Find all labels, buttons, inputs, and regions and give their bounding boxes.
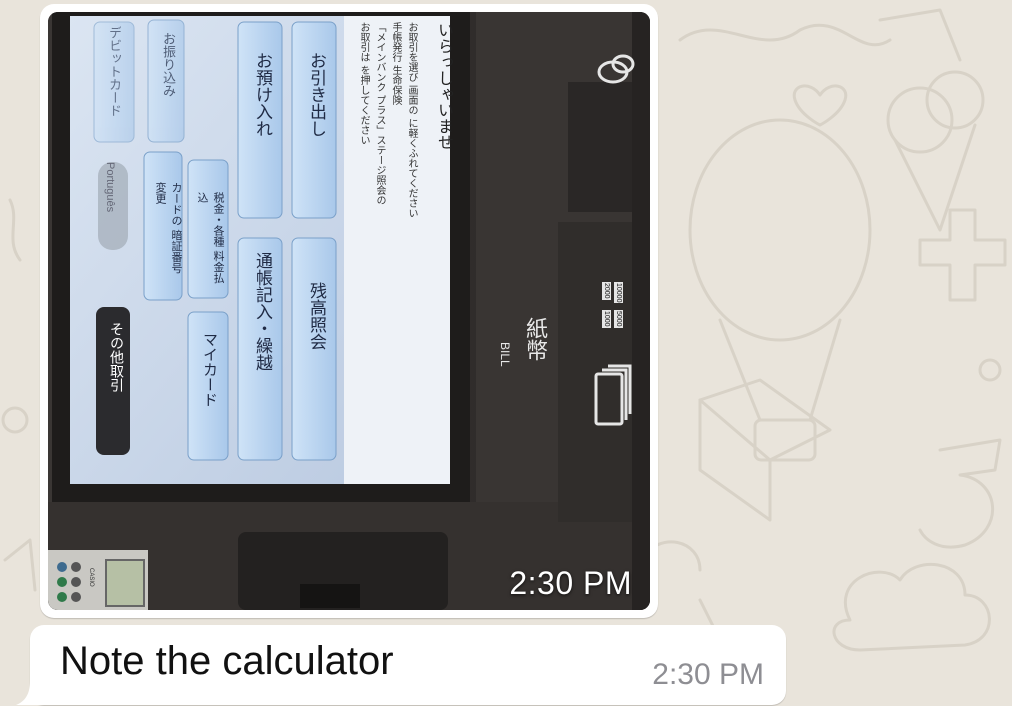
calculator-brand: CASIO: [88, 568, 94, 587]
my-card-button[interactable]: マイカード: [200, 332, 221, 407]
bill-label-jp: 紙幣: [522, 317, 547, 361]
atm-photo[interactable]: いらっしゃいませ お取引を選び 画面の に軽くふれてください 手帳発行 生命保険…: [48, 12, 650, 610]
atm-instruction-line-2: 手帳発行 生命保険: [390, 22, 401, 106]
bubble-tail: [16, 681, 44, 705]
atm-header-text: いらっしゃいませ: [435, 22, 454, 150]
language-portugues-button[interactable]: Português: [104, 162, 116, 212]
debit-card-button[interactable]: デビットカード: [104, 26, 123, 117]
atm-photo-illustration: [48, 12, 650, 610]
denomination-10000: 10000: [614, 282, 623, 304]
denomination-1000: 1000: [602, 310, 611, 328]
tax-payment-button[interactable]: 税金・各種 料金払込: [194, 192, 226, 292]
deposit-button[interactable]: お預け入れ: [250, 52, 275, 137]
other-transactions-button[interactable]: その他取引: [106, 322, 126, 392]
atm-instruction-line-4: お取引は を押してください: [358, 22, 369, 146]
atm-instruction-line-3: 「メインバンク プラス」ステージ照会の: [374, 22, 385, 206]
message-timestamp: 2:30 PM: [652, 658, 764, 691]
pin-change-button[interactable]: カードの 暗証番号変更: [152, 182, 184, 282]
balance-inquiry-button[interactable]: 残高照会: [304, 282, 329, 350]
image-message-bubble[interactable]: いらっしゃいませ お取引を選び 画面の に軽くふれてください 手帳発行 生命保険…: [40, 4, 658, 618]
bill-label-en: BILL: [498, 342, 512, 367]
passbook-update-button[interactable]: 通帳記入・繰越: [250, 252, 275, 371]
calculator-display: [105, 559, 145, 607]
image-timestamp: 2:30 PM: [509, 565, 632, 601]
withdraw-button[interactable]: お引き出し: [304, 52, 329, 137]
denomination-5000: 5000: [614, 310, 623, 328]
transfer-button[interactable]: お振り込み: [158, 32, 177, 97]
card-slot: [300, 584, 360, 608]
edge-shadow: [632, 12, 650, 610]
atm-instruction-line-1: お取引を選び 画面の に軽くふれてください: [406, 22, 417, 219]
denomination-2000: 2000: [602, 282, 611, 300]
message-text: Note the calculator: [60, 639, 394, 683]
text-message-bubble[interactable]: Note the calculator 2:30 PM: [16, 625, 786, 705]
